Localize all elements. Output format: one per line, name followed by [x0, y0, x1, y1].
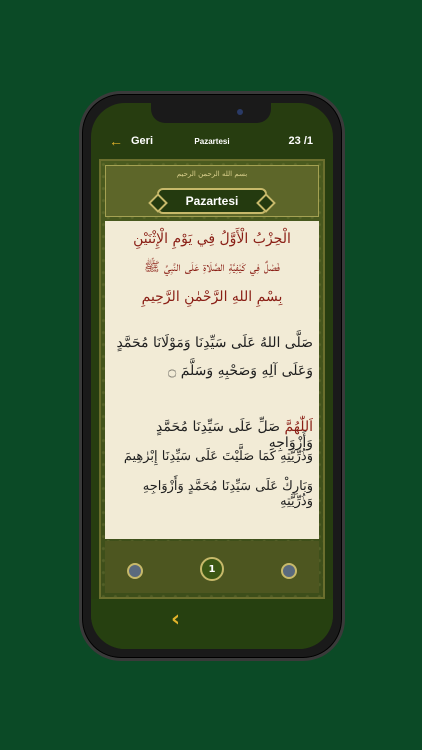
- ornamental-header: بسم الله الرحمن الرحيم Pazartesi: [105, 165, 319, 217]
- phone-frame: ← Geri Pazartesi 23 /1 بسم الله الرحمن ا…: [79, 91, 345, 661]
- chevron-left-icon[interactable]: ‹: [171, 607, 180, 632]
- top-nav-bar: ← Geri Pazartesi 23 /1: [91, 127, 333, 155]
- notch: [151, 103, 271, 123]
- app-screen: ← Geri Pazartesi 23 /1 بسم الله الرحمن ا…: [91, 103, 333, 649]
- prayer-line: وَبَارِكْ عَلَى سَيِّدِنَا مُحَمَّدٍ وَأ…: [142, 479, 313, 509]
- prayer-opening: اَللّٰهُمَّ: [284, 419, 313, 435]
- arrow-left-icon: ←: [109, 133, 123, 149]
- page-number-badge: 1: [200, 557, 224, 581]
- prayer-line: وَذُرِّيَّتِهِ كَمَا صَلَّيْتَ عَلَى سَي…: [123, 449, 313, 464]
- page-counter: 23 /1: [288, 135, 313, 147]
- day-cartouche: Pazartesi: [157, 188, 267, 214]
- bottom-nav-bar: ‹: [91, 599, 333, 649]
- page-title: Pazartesi: [194, 136, 230, 146]
- heading-line: فَصْلٌ فِي كَيْفِيَّةِ الصَّلَاةِ عَلَى …: [144, 260, 280, 275]
- heading-line: بِسْمِ اللهِ الرَّحْمٰنِ الرَّحِيمِ: [141, 289, 283, 305]
- ornamental-footer: 1: [105, 541, 319, 593]
- medallion-icon: [281, 563, 297, 579]
- prayer-page-frame: بسم الله الرحمن الرحيم Pazartesi الْحِزْ…: [99, 159, 325, 599]
- back-button[interactable]: ← Geri: [109, 133, 153, 149]
- prayer-line: صَلَّى اللهُ عَلَى سَيِّدِنَا وَمَوْلَان…: [116, 335, 313, 351]
- prayer-line: اَللّٰهُمَّ صَلِّ عَلَى سَيِّدِنَا مُحَم…: [111, 419, 313, 451]
- camera-icon: [237, 109, 243, 115]
- medallion-icon: [127, 563, 143, 579]
- heading-line: الْحِزْبُ الْأَوَّلُ فِي يَوْمِ الْإِثْن…: [133, 231, 291, 247]
- basmala-calligraphy: بسم الله الرحمن الرحيم: [176, 170, 248, 178]
- back-label: Geri: [131, 135, 154, 147]
- text-page: الْحِزْبُ الْأَوَّلُ فِي يَوْمِ الْإِثْن…: [105, 221, 319, 539]
- prayer-line: وَعَلَى آلِهِ وَصَحْبِهِ وَسَلَّمَ ۝: [168, 363, 313, 379]
